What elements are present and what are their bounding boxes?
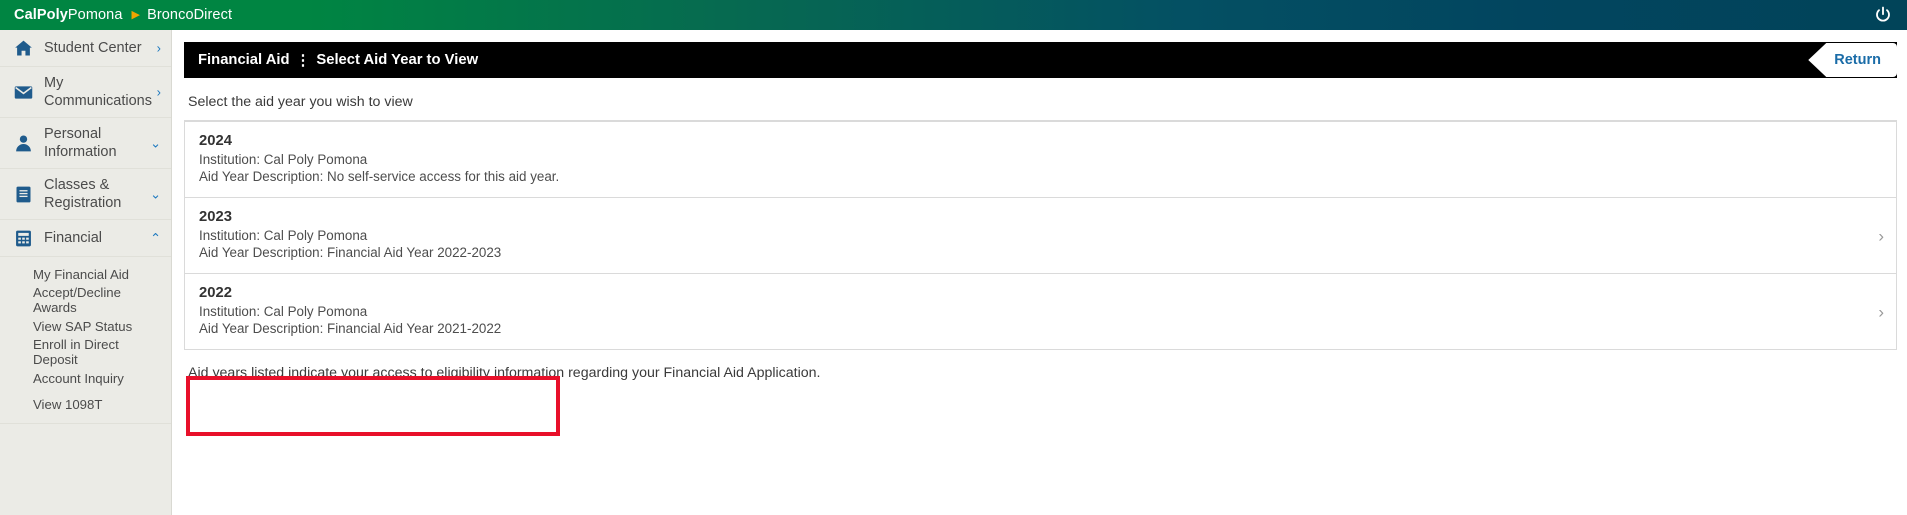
sidebar-subitem-label: Account Inquiry [33, 370, 124, 386]
aid-year-card-2023[interactable]: 2023 Institution: Cal Poly Pomona Aid Ye… [184, 198, 1897, 436]
app-header: CalPolyPomona ▶ BroncoDirect [0, 0, 1907, 30]
chevron-down-icon: ⌄ [150, 135, 161, 151]
sidebar-subitem-enroll-direct-deposit[interactable]: Enroll in Direct Deposit [0, 337, 171, 367]
sidebar-item-student-center[interactable]: Student Center › [0, 30, 171, 67]
aid-year-list: 2024 Institution: Cal Poly Pomona Aid Ye… [184, 120, 1897, 436]
sidebar-subitem-label: View 1098T [33, 396, 103, 412]
brand-name-bold: CalPoly [14, 7, 68, 23]
main-content: Financial Aid ⋮ Select Aid Year to View … [172, 30, 1907, 515]
sidebar: Student Center › My Communications › Per… [0, 30, 172, 515]
calculator-icon [12, 227, 34, 249]
sidebar-item-my-communications[interactable]: My Communications › [0, 67, 171, 118]
aid-year-institution: Institution: Cal Poly Pomona [199, 152, 368, 167]
envelope-icon [12, 81, 34, 103]
aid-year-value: 2024 [199, 133, 232, 149]
page-title-bar: Financial Aid ⋮ Select Aid Year to View … [184, 42, 1897, 78]
return-button[interactable]: Return [1808, 43, 1897, 77]
sidebar-subitem-label: My Financial Aid [33, 266, 130, 282]
chevron-right-icon: › [156, 84, 161, 100]
breadcrumb-arrow-icon: ▶ [131, 9, 141, 21]
sidebar-item-label: Financial [44, 230, 103, 246]
aid-year-institution: Institution: Cal Poly Pomona [199, 228, 368, 243]
sidebar-item-label: Classes & Registration [44, 177, 122, 211]
instruction-text: Select the aid year you wish to view [188, 94, 413, 110]
sidebar-subitem-label: Enroll in Direct Deposit [33, 337, 119, 367]
sidebar-item-label: Student Center [44, 40, 142, 56]
aid-year-card-2024[interactable]: 2024 Institution: Cal Poly Pomona Aid Ye… [184, 121, 1897, 198]
footnote-text: Aid years listed indicate your access to… [188, 365, 821, 381]
sidebar-item-financial[interactable]: Financial ⌃ [0, 220, 171, 257]
page-title-secondary: Select Aid Year to View [316, 52, 479, 68]
person-icon [12, 132, 34, 154]
page-title-separator: ⋮ [295, 52, 311, 69]
home-icon [12, 37, 34, 59]
financial-submenu: My Financial Aid Accept/Decline Awards V… [0, 257, 171, 424]
aid-year-value: 2022 [199, 285, 232, 301]
sidebar-subitem-my-financial-aid[interactable]: My Financial Aid [0, 261, 171, 287]
sidebar-subitem-view-sap-status[interactable]: View SAP Status [0, 313, 171, 339]
brand-name-rest: Pomona [67, 7, 123, 23]
sidebar-subitem-label: Accept/Decline Awards [33, 285, 121, 315]
selection-highlight [186, 376, 560, 436]
aid-year-institution: Institution: Cal Poly Pomona [199, 304, 368, 319]
aid-year-value: 2023 [199, 209, 232, 225]
aid-year-description: Aid Year Description: Financial Aid Year… [199, 245, 502, 260]
chevron-right-icon: › [1878, 226, 1884, 245]
chevron-up-icon: ⌃ [150, 230, 161, 246]
sidebar-subitem-account-inquiry[interactable]: Account Inquiry [0, 365, 171, 391]
aid-year-card-2022[interactable]: 2022 Institution: Cal Poly Pomona Aid Ye… [184, 274, 1897, 350]
book-icon [12, 183, 34, 205]
page-title-primary: Financial Aid [198, 52, 290, 68]
sidebar-item-personal-information[interactable]: Personal Information ⌄ [0, 118, 171, 169]
chevron-right-icon: › [1878, 302, 1884, 321]
chevron-down-icon: ⌄ [150, 186, 161, 202]
app-name: BroncoDirect [147, 7, 233, 23]
sidebar-item-label: My Communications [44, 75, 152, 109]
aid-year-description: Aid Year Description: No self-service ac… [199, 169, 560, 184]
brand: CalPolyPomona ▶ BroncoDirect [14, 7, 232, 23]
sidebar-subitem-label: View SAP Status [33, 318, 133, 334]
chevron-right-icon: › [156, 40, 161, 56]
power-icon[interactable] [1873, 5, 1893, 25]
sidebar-item-classes-registration[interactable]: Classes & Registration ⌄ [0, 169, 171, 220]
sidebar-subitem-view-1098t[interactable]: View 1098T [0, 391, 171, 417]
return-button-label: Return [1834, 52, 1881, 68]
aid-year-description: Aid Year Description: Financial Aid Year… [199, 321, 502, 336]
sidebar-item-label: Personal Information [44, 126, 117, 160]
sidebar-subitem-accept-decline-awards[interactable]: Accept/Decline Awards [0, 285, 171, 315]
